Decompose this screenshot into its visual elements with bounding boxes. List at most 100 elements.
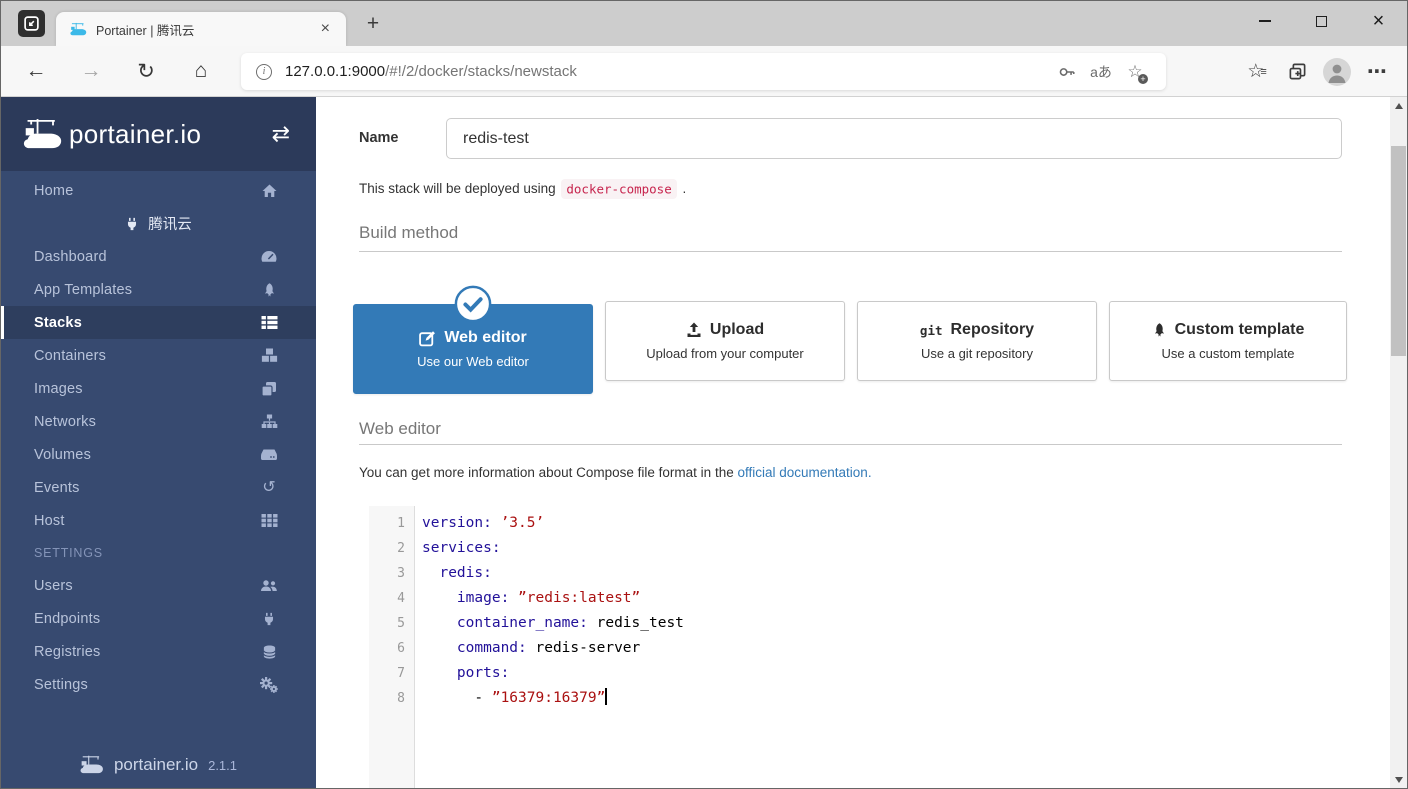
code-line[interactable]: redis: <box>415 561 1342 586</box>
sidebar-item-home[interactable]: Home <box>1 174 316 207</box>
address-bar[interactable]: i 127.0.0.1:9000/#!/2/docker/stacks/news… <box>241 53 1166 90</box>
hdd-icon <box>258 447 280 462</box>
profile-avatar[interactable] <box>1317 55 1357 89</box>
build-option-custom-template[interactable]: Custom template Use a custom template <box>1109 301 1347 381</box>
sidebar-endpoint[interactable]: 腾讯云 <box>1 207 316 240</box>
line-number: 2 <box>397 541 405 556</box>
deploy-info-text: This stack will be deployed using docker… <box>359 178 686 199</box>
refresh-button[interactable]: ↻ <box>129 54 163 88</box>
sidebar-item-stacks[interactable]: Stacks <box>1 306 316 339</box>
portainer-favicon-icon <box>70 22 87 35</box>
sidebar-item-images[interactable]: Images <box>1 372 316 405</box>
sidebar-menu: Home 腾讯云 Dashboard App Templates Stacks … <box>1 171 316 701</box>
portainer-logo-icon <box>23 118 62 148</box>
editor-code-area[interactable]: version: ’3.5’ services: redis: image: ”r… <box>415 506 1342 788</box>
sidebar-item-host[interactable]: Host <box>1 504 316 537</box>
stack-name-input[interactable] <box>446 118 1342 159</box>
translate-icon[interactable]: aあ <box>1084 57 1118 87</box>
sidebar-item-networks[interactable]: Networks <box>1 405 316 438</box>
line-number: 6 <box>397 641 405 656</box>
plus-badge-icon: + <box>1138 73 1148 84</box>
sidebar-item-settings[interactable]: Settings <box>1 668 316 701</box>
sidebar-item-dashboard[interactable]: Dashboard <box>1 240 316 273</box>
page-scrollbar[interactable] <box>1390 97 1407 788</box>
code-line[interactable]: version: ’3.5’ <box>415 511 1342 536</box>
web-editor-title: Web editor <box>359 419 441 438</box>
collections-icon[interactable] <box>1277 55 1317 89</box>
code-line[interactable]: services: <box>415 536 1342 561</box>
build-method-title: Build method <box>359 223 459 242</box>
browser-menu-icon[interactable]: ⋯ <box>1357 55 1397 89</box>
main-content: Name This stack will be deployed using d… <box>316 97 1390 788</box>
scrollbar-up-arrow[interactable] <box>1390 97 1407 114</box>
build-method-divider <box>359 251 1342 252</box>
sidebar-item-events[interactable]: Events ↺ <box>1 471 316 504</box>
code-line[interactable]: container_name: redis_test <box>415 611 1342 636</box>
selected-check-icon <box>454 285 492 323</box>
grid-icon <box>258 513 280 528</box>
site-info-icon[interactable]: i <box>256 63 272 80</box>
tab-close-icon[interactable]: × <box>315 20 336 38</box>
line-number: 1 <box>397 516 405 531</box>
scrollbar-down-arrow[interactable] <box>1390 771 1407 788</box>
sidebar-item-containers[interactable]: Containers <box>1 339 316 372</box>
plug-icon <box>128 217 137 230</box>
sidebar-settings-header: SETTINGS <box>34 546 103 560</box>
browser-toolbar: ← → ↻ ⌂ i 127.0.0.1:9000/#!/2/docker/sta… <box>1 46 1407 97</box>
close-icon: × <box>1372 10 1385 32</box>
scrollbar-thumb[interactable] <box>1391 146 1406 356</box>
url-host: 127.0.0.1:9000 <box>285 63 386 80</box>
line-number: 8 <box>397 691 405 706</box>
minimize-button[interactable] <box>1236 1 1293 41</box>
cubes-icon <box>258 348 280 363</box>
back-button[interactable]: ← <box>19 54 53 88</box>
password-key-icon[interactable] <box>1050 57 1084 87</box>
browser-home-button[interactable]: ⌂ <box>184 54 218 88</box>
build-option-repository[interactable]: git Repository Use a git repository <box>857 301 1097 381</box>
line-number: 5 <box>397 616 405 631</box>
sidebar-item-endpoints[interactable]: Endpoints <box>1 602 316 635</box>
maximize-icon <box>1316 15 1327 27</box>
code-line[interactable]: - ”16379:16379” <box>415 686 1342 711</box>
build-option-upload[interactable]: Upload Upload from your computer <box>605 301 845 381</box>
tab-title: Portainer | 腾讯云 <box>96 23 195 38</box>
version-label: 2.1.1 <box>208 757 238 773</box>
sidebar-footer: portainer.io 2.1.1 <box>1 754 316 776</box>
code-line[interactable]: image: ”redis:latest” <box>415 586 1342 611</box>
sitemap-icon <box>258 414 280 429</box>
images-icon <box>258 381 280 397</box>
forward-button[interactable]: → <box>74 54 108 88</box>
sidebar-toggle-icon[interactable]: ⇄ <box>272 123 290 145</box>
list-icon <box>258 315 280 330</box>
footer-logo-text: portainer.io <box>113 755 199 774</box>
sidebar-item-users[interactable]: Users <box>1 569 316 602</box>
portainer-footer-logo-icon <box>80 755 103 774</box>
code-line[interactable]: command: redis-server <box>415 636 1342 661</box>
tachometer-icon <box>258 249 280 264</box>
history-icon: ↺ <box>262 478 276 496</box>
browser-window: Portainer | 腾讯云 × + × ← → ↻ ⌂ i 127.0.0.… <box>0 0 1408 789</box>
database-icon <box>258 644 280 660</box>
git-icon: git <box>919 322 943 338</box>
upload-icon <box>687 322 701 337</box>
tab-actions-icon[interactable] <box>18 10 45 37</box>
text-caret <box>605 688 607 705</box>
sidebar-item-registries[interactable]: Registries <box>1 635 316 668</box>
browser-tab[interactable]: Portainer | 腾讯云 × <box>56 12 346 46</box>
add-favorite-icon[interactable]: ☆ + <box>1118 57 1152 87</box>
code-line[interactable]: ports: <box>415 661 1342 686</box>
deploy-method-badge: docker-compose <box>561 178 677 199</box>
favorites-hub-icon[interactable]: ☆ ≡ <box>1237 55 1277 89</box>
url-path: /#!/2/docker/stacks/newstack <box>385 63 577 80</box>
maximize-button[interactable] <box>1293 1 1350 41</box>
edit-icon <box>419 330 436 346</box>
compose-code-editor[interactable]: 1 2 3 4 5 6 7 8 version: ’3.5’ services: redis: … <box>369 506 1342 788</box>
official-documentation-link[interactable]: official documentation. <box>737 465 871 480</box>
sidebar-item-volumes[interactable]: Volumes <box>1 438 316 471</box>
line-number: 3 <box>397 566 405 581</box>
new-tab-button[interactable]: + <box>359 10 387 38</box>
editor-gutter: 1 2 3 4 5 6 7 8 <box>369 506 415 788</box>
line-number: 7 <box>397 666 405 681</box>
sidebar-item-app-templates[interactable]: App Templates <box>1 273 316 306</box>
close-button[interactable]: × <box>1350 1 1407 41</box>
